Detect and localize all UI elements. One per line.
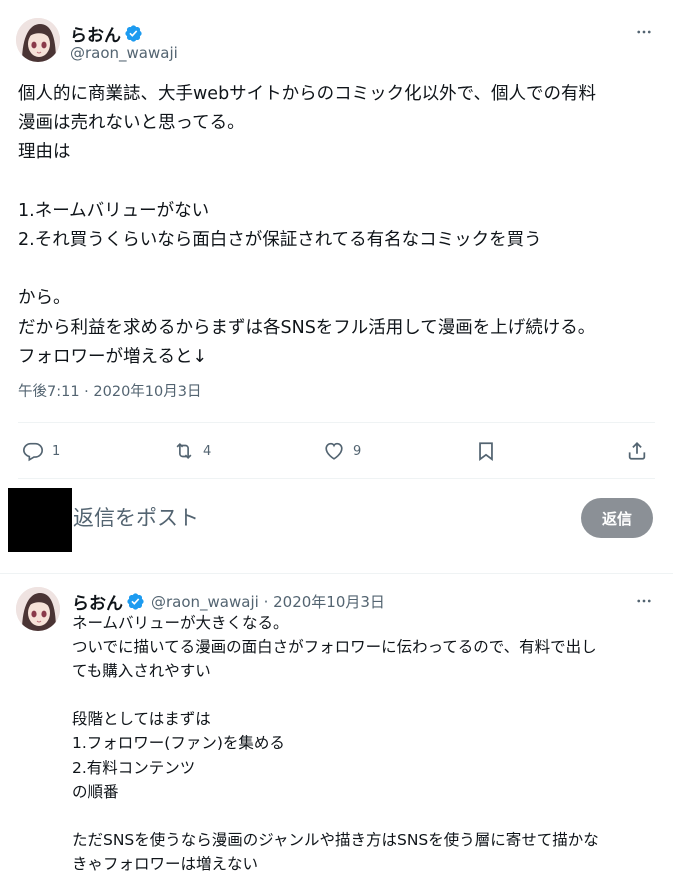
more-options-button[interactable] xyxy=(632,20,656,44)
like-action[interactable]: 9 xyxy=(323,436,361,466)
avatar[interactable] xyxy=(16,18,60,62)
tweet-timestamp[interactable]: 午後7:11 · 2020年10月3日 xyxy=(18,380,201,401)
like-count: 9 xyxy=(353,443,362,459)
reply-count: 1 xyxy=(52,443,61,459)
more-dots-icon xyxy=(637,30,651,34)
more-dots-icon xyxy=(637,599,651,603)
more-options-button[interactable] xyxy=(632,589,656,613)
thread-tweet-text: ネームバリューが大きくなる。 ついでに描いてる漫画の面白さがフォロワーに伝わって… xyxy=(72,614,599,873)
avatar[interactable] xyxy=(8,488,72,552)
share-action[interactable] xyxy=(626,436,648,466)
verified-badge-icon xyxy=(125,25,142,42)
reply-bubble-icon xyxy=(23,442,43,462)
retweet-action[interactable]: 4 xyxy=(173,436,211,466)
tweet-text: 個人的に商業誌、大手webサイトからのコミック化以外で、個人での有料 漫画は売れ… xyxy=(18,84,596,367)
reply-input[interactable]: 返信をポスト xyxy=(73,502,199,532)
retweet-icon xyxy=(176,442,192,460)
author-handle-and-date[interactable]: @raon_wawaji · 2020年10月3日 xyxy=(151,591,385,612)
retweet-count: 4 xyxy=(203,443,212,459)
reply-button[interactable]: 返信 xyxy=(581,498,653,538)
verified-badge-icon xyxy=(127,593,144,610)
tweet-actions: 1 4 9 xyxy=(18,436,655,466)
bookmark-action[interactable] xyxy=(475,436,497,466)
author-name-row: らおん xyxy=(70,21,143,46)
bookmark-icon xyxy=(479,442,493,461)
share-icon xyxy=(628,441,646,460)
divider xyxy=(18,422,655,423)
author-handle[interactable]: @raon_wawaji xyxy=(70,44,178,62)
display-name[interactable]: らおん xyxy=(70,21,121,46)
heart-icon xyxy=(325,442,343,460)
avatar[interactable] xyxy=(16,587,60,631)
reply-action[interactable]: 1 xyxy=(22,436,60,466)
